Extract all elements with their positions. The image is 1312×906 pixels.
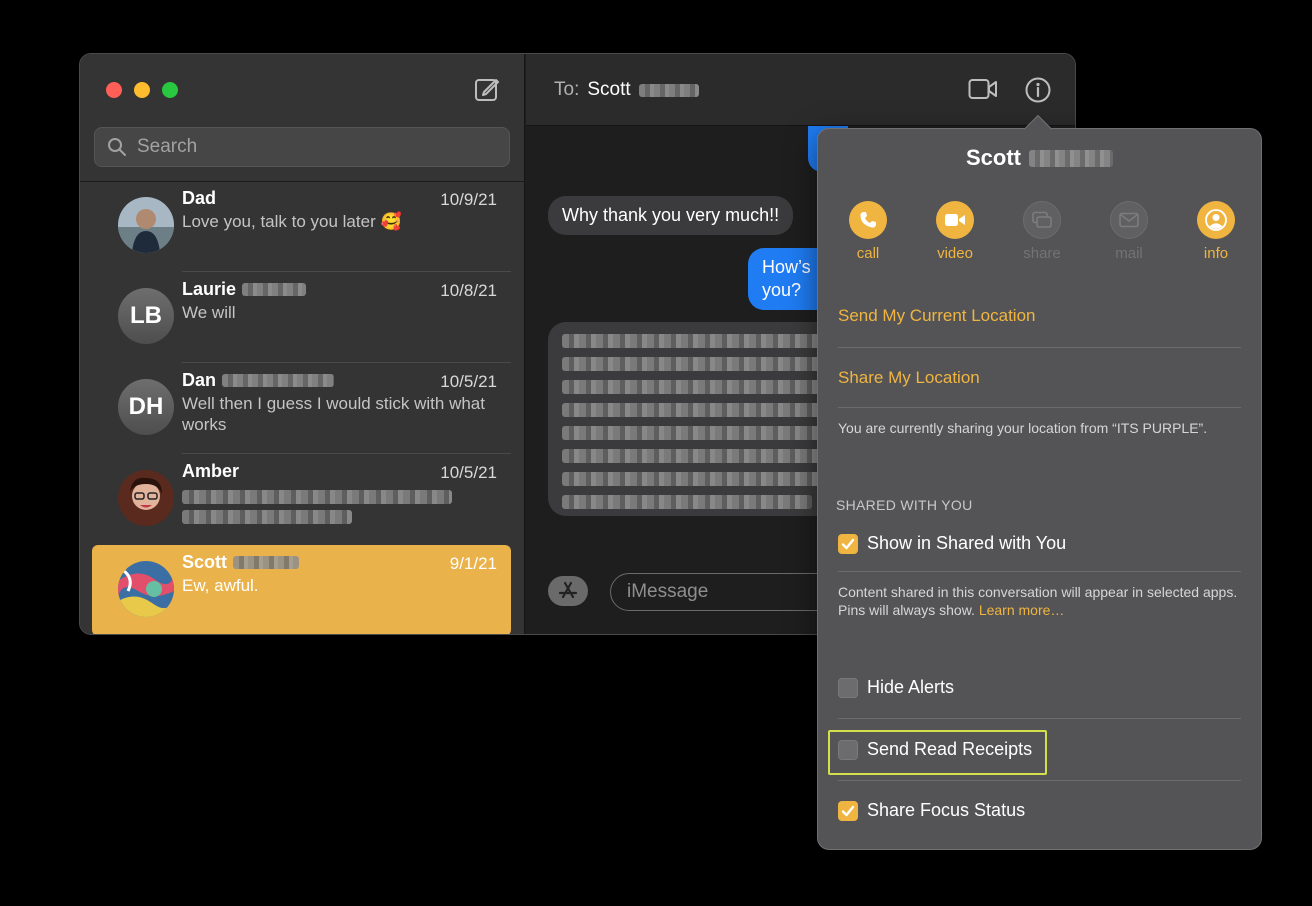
redacted-surname <box>242 283 307 296</box>
redacted-surname <box>222 374 335 387</box>
app-store-button[interactable] <box>548 576 588 606</box>
share-button[interactable]: share <box>1016 201 1068 262</box>
message-bubble-incoming: Why thank you very much!! <box>548 196 794 235</box>
conversation-date: 10/8/21 <box>440 281 497 300</box>
info-button[interactable]: info <box>1190 201 1242 262</box>
video-button[interactable]: video <box>929 201 981 262</box>
close-window-button[interactable] <box>106 82 122 98</box>
mail-icon <box>1119 212 1139 228</box>
conversation-date: 9/1/21 <box>449 554 497 573</box>
message-preview: We will <box>182 303 236 322</box>
checkbox-unchecked[interactable] <box>838 739 858 760</box>
avatar-dad <box>118 197 174 253</box>
conversation-row-scott[interactable]: Scott 9/1/21 Ew, awful. <box>92 545 511 634</box>
video-camera-icon <box>945 214 965 226</box>
contact-actions: call video share mail info <box>842 201 1242 262</box>
share-screen-icon <box>1032 211 1052 228</box>
checkmark-icon <box>841 805 855 816</box>
search-input[interactable] <box>135 135 475 159</box>
message-preview: Ew, awful. <box>182 576 259 595</box>
contact-name: Amber <box>182 461 240 481</box>
conversation-row-laurie[interactable]: LB Laurie 10/8/21 We will <box>92 272 511 363</box>
share-focus-status-checkbox[interactable]: Share Focus Status <box>838 800 1025 821</box>
message-bubble-redacted <box>548 322 848 516</box>
call-button[interactable]: call <box>842 201 894 262</box>
avatar-initials: LB <box>118 288 174 344</box>
send-read-receipts-checkbox[interactable]: Send Read Receipts <box>838 739 1032 760</box>
conversation-row-dan[interactable]: DH Dan 10/5/21 Well then I guess I would… <box>92 363 511 454</box>
message-preview: Well then I guess I would stick with wha… <box>182 394 485 434</box>
checkbox-unchecked[interactable] <box>838 677 858 698</box>
redacted-surname <box>233 556 299 569</box>
redacted-surname <box>1029 149 1113 167</box>
recipient-name: Scott <box>587 79 631 100</box>
recipient-field[interactable]: To: Scott <box>554 79 699 101</box>
window-controls <box>106 82 178 98</box>
show-in-shared-checkbox[interactable]: Show in Shared with You <box>838 533 1066 554</box>
contact-name: Scott <box>182 552 299 573</box>
info-icon[interactable] <box>1024 76 1052 104</box>
contact-name: Dad <box>182 188 217 208</box>
send-current-location-link[interactable]: Send My Current Location <box>838 306 1036 326</box>
contact-name: Dan <box>182 370 335 391</box>
sidebar: Dad 10/9/21 Love you, talk to you later … <box>80 54 525 634</box>
person-icon <box>1205 209 1227 231</box>
conversation-row-amber[interactable]: Amber 10/5/21 <box>92 454 511 545</box>
chat-header: To: Scott <box>526 54 1075 126</box>
contact-name: Laurie <box>182 279 307 300</box>
learn-more-link[interactable]: Learn more… <box>979 602 1065 618</box>
redacted-surname <box>638 83 699 97</box>
avatar-initials: DH <box>118 379 174 435</box>
search-icon <box>108 138 126 156</box>
conversation-date: 10/9/21 <box>440 190 497 209</box>
mail-button[interactable]: mail <box>1103 201 1155 262</box>
avatar-scott <box>118 561 174 617</box>
conversation-date: 10/5/21 <box>440 372 497 391</box>
app-store-icon <box>558 581 578 599</box>
shared-with-you-heading: SHARED WITH YOU <box>836 497 973 513</box>
checkbox-checked[interactable] <box>838 800 858 821</box>
phone-icon <box>860 212 876 228</box>
zoom-window-button[interactable] <box>162 82 178 98</box>
shared-content-note: Content shared in this conversation will… <box>838 584 1238 618</box>
share-my-location-link[interactable]: Share My Location <box>838 368 980 388</box>
details-popover: Scott call video share mail info Send My… <box>817 114 1262 850</box>
conversation-date: 10/5/21 <box>440 463 497 482</box>
avatar-amber <box>118 470 174 526</box>
compose-icon[interactable] <box>474 76 500 102</box>
checkmark-icon <box>841 538 855 549</box>
message-preview-redacted <box>182 484 492 524</box>
hide-alerts-checkbox[interactable]: Hide Alerts <box>838 677 954 698</box>
conversation-row-dad[interactable]: Dad 10/9/21 Love you, talk to you later … <box>92 181 511 272</box>
message-preview: Love you, talk to you later 🥰 <box>182 212 402 231</box>
contact-title: Scott <box>818 145 1261 171</box>
minimize-window-button[interactable] <box>134 82 150 98</box>
video-camera-icon[interactable] <box>968 78 998 100</box>
location-sharing-note: You are currently sharing your location … <box>838 420 1208 436</box>
search-field[interactable] <box>94 127 510 167</box>
checkbox-checked[interactable] <box>838 533 858 554</box>
